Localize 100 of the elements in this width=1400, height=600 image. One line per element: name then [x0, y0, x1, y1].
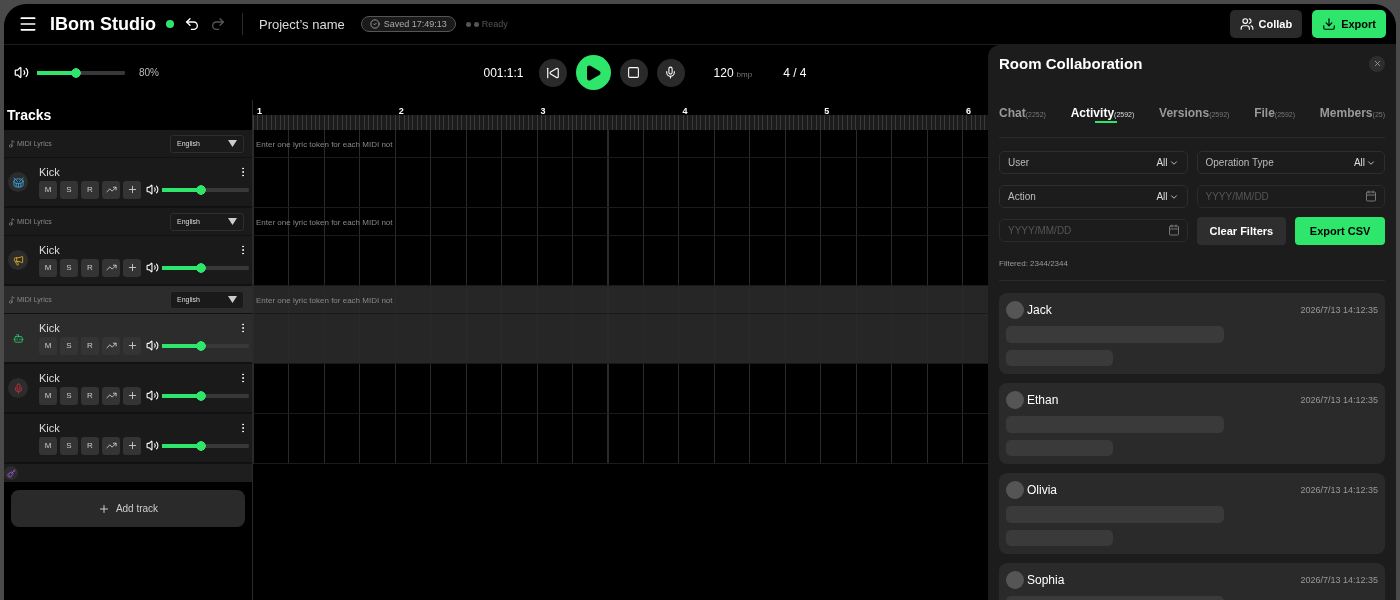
track-row[interactable]: Kick M S R	[4, 158, 252, 208]
automation-button[interactable]	[102, 336, 120, 355]
plus-icon	[126, 340, 138, 351]
trend-icon	[105, 390, 117, 401]
activity-time: 2026/7/13 14:12:35	[1300, 395, 1378, 405]
track-row[interactable]: Kick M S R	[4, 414, 252, 464]
track-toggle-button[interactable]: R	[81, 258, 99, 277]
trend-icon	[105, 184, 117, 195]
track-toggle-button[interactable]: M	[39, 336, 57, 355]
bar-number: 4	[682, 106, 688, 116]
track-row[interactable]: Kick M S R	[4, 236, 252, 286]
trend-icon	[105, 440, 117, 451]
volume-icon	[14, 65, 29, 80]
play-button[interactable]	[575, 55, 611, 90]
avatar	[1006, 301, 1024, 319]
tracks-title: Tracks	[6, 106, 53, 125]
plus-icon	[97, 502, 110, 515]
undo-icon[interactable]	[184, 16, 200, 32]
track-toggle-button[interactable]: R	[81, 386, 99, 405]
date-field[interactable]: YYYY/MM/DD	[999, 219, 1188, 242]
music-note-icon	[8, 295, 16, 304]
track-toggle-button[interactable]: R	[81, 436, 99, 455]
tempo-value: 120 bmp	[713, 65, 753, 80]
music-note-icon	[8, 217, 16, 226]
track-toggle-button[interactable]: S	[60, 436, 78, 455]
skip-back-button[interactable]	[538, 58, 567, 87]
microphone-icon	[664, 66, 678, 79]
track-toggle-button[interactable]: S	[60, 258, 78, 277]
track-toggle-button[interactable]: M	[39, 386, 57, 405]
add-button[interactable]	[123, 180, 141, 199]
collab-button[interactable]: Collab	[1229, 10, 1303, 38]
automation-button[interactable]	[102, 258, 120, 277]
volume-icon	[146, 261, 159, 274]
track-name: Kick	[39, 243, 60, 256]
lyric-input[interactable]: Enter one lyric token for each MIDI not	[256, 218, 556, 227]
volume-icon	[146, 439, 159, 452]
date-field[interactable]: YYYY/MM/DD	[1196, 185, 1385, 208]
lyric-input[interactable]: Enter one lyric token for each MIDI not	[256, 140, 556, 149]
add-button[interactable]	[123, 436, 141, 455]
bar-number: 3	[540, 106, 546, 116]
users-icon	[1239, 17, 1254, 31]
bar-number: 2	[398, 106, 404, 116]
clear-filters-button[interactable]: Clear Filters	[1196, 217, 1287, 245]
automation-button[interactable]	[102, 436, 120, 455]
music-note-icon	[8, 139, 16, 148]
caret-icon	[228, 296, 237, 303]
track-name: Kick	[39, 165, 60, 178]
calendar-icon	[1167, 224, 1180, 236]
caret-icon	[228, 218, 237, 225]
automation-button[interactable]	[102, 386, 120, 405]
track-toggle-button[interactable]: M	[39, 436, 57, 455]
automation-button[interactable]	[102, 180, 120, 199]
plus-icon	[126, 184, 138, 195]
close-button[interactable]	[1369, 55, 1385, 72]
volume-icon	[146, 183, 159, 196]
bar-number: 1	[257, 106, 262, 116]
volume-icon	[146, 389, 159, 402]
stop-button[interactable]	[619, 58, 648, 87]
track-name: Kick	[39, 421, 60, 434]
user-name: Olivia	[1027, 483, 1058, 497]
user-name: Jack	[1027, 303, 1053, 317]
plus-icon	[126, 262, 138, 273]
track-toggle-button[interactable]: R	[81, 336, 99, 355]
plus-icon	[126, 390, 138, 401]
add-track-button[interactable]: Add track	[11, 490, 245, 527]
filter-select[interactable]: User All	[999, 151, 1188, 174]
export-csv-button[interactable]: Export CSV	[1295, 217, 1385, 245]
track-toggle-button[interactable]: S	[60, 386, 78, 405]
bar-number: 5	[824, 106, 830, 116]
track-name: Kick	[39, 371, 60, 384]
track-toggle-button[interactable]: S	[60, 180, 78, 199]
menu-icon[interactable]	[18, 14, 38, 34]
record-button[interactable]	[656, 58, 685, 87]
track-toggle-button[interactable]: R	[81, 180, 99, 199]
status-label: Ready	[465, 19, 508, 29]
filter-select[interactable]: Action All	[999, 185, 1188, 208]
activity-time: 2026/7/13 14:12:35	[1300, 305, 1378, 315]
add-button[interactable]	[123, 336, 141, 355]
track-row[interactable]: Kick M S R	[4, 314, 252, 364]
export-button[interactable]: Export	[1312, 10, 1386, 38]
download-icon	[1322, 17, 1337, 31]
activity-time: 2026/7/13 14:12:35	[1300, 575, 1378, 585]
stop-icon	[627, 66, 641, 79]
trend-icon	[105, 262, 117, 273]
track-row[interactable]: Kick M S R	[4, 364, 252, 414]
panel-title: Room Collaboration	[999, 55, 1143, 72]
user-name: Ethan	[1027, 393, 1060, 407]
add-button[interactable]	[123, 258, 141, 277]
add-button[interactable]	[123, 386, 141, 405]
check-icon	[369, 19, 380, 29]
lyric-input[interactable]: Enter one lyric token for each MIDI not	[256, 296, 556, 305]
track-toggle-button[interactable]: M	[39, 180, 57, 199]
filter-select[interactable]: Operation Type All	[1196, 151, 1385, 174]
volume-icon	[146, 339, 159, 352]
drum-icon	[8, 172, 28, 192]
time-display: 001:1:1	[483, 65, 524, 80]
track-toggle-button[interactable]: M	[39, 258, 57, 277]
megaphone-icon	[8, 250, 28, 270]
calendar-icon	[1365, 190, 1377, 202]
track-toggle-button[interactable]: S	[60, 336, 78, 355]
